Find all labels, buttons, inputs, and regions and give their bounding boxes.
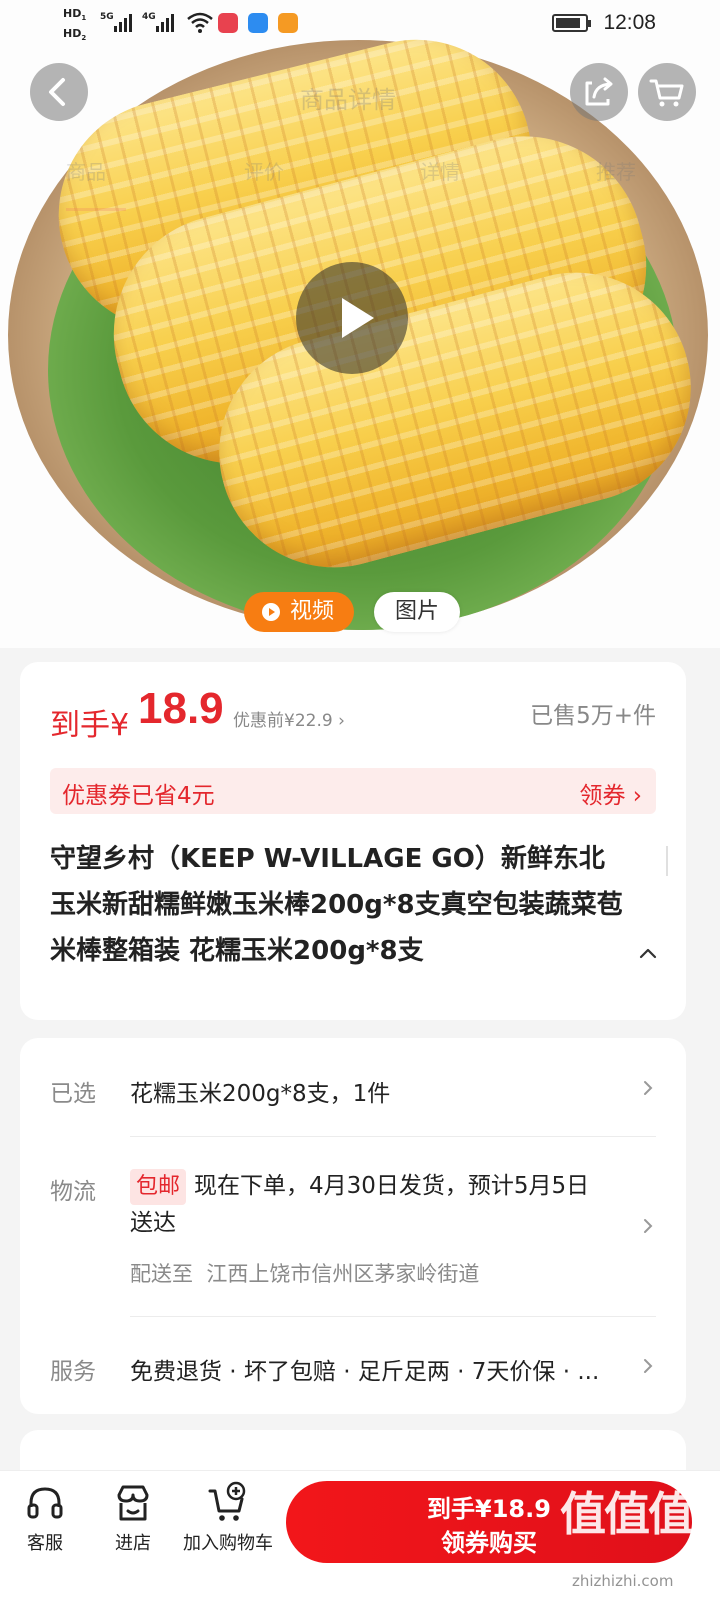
faint-tab-underline [66,208,126,211]
chevron-right-icon [644,1081,653,1095]
selected-label: 已选 [50,1081,96,1107]
app-notification-icon [218,13,238,33]
video-tab[interactable]: 视频 [244,592,354,632]
add-to-cart-label: 加入购物车 [183,1533,273,1554]
divider [130,1316,656,1317]
faint-tab: 详情 [420,160,460,184]
photo-tab[interactable]: 图片 [374,592,460,632]
svg-text:5G: 5G [100,12,114,22]
price-value: 18.9 [138,684,224,733]
video-tab-label: 视频 [290,599,335,624]
hd-label: HD [63,7,82,20]
spec-info-card: 已选 花糯玉米200g*8支，1件 物流 包邮 现在下单，4月30日发货，预计5月… [20,1038,686,1414]
store-icon [117,1485,149,1521]
chevron-left-icon [49,78,65,106]
logistics-value: 现在下单，4月30日发货，预计5月5日送达 [130,1173,590,1236]
coupon-saved-text: 优惠券已省4元 [62,783,215,809]
faint-tab: 评价 [244,160,284,184]
deliver-to: 配送至 江西上饶市信州区茅家岭街道 [130,1258,479,1288]
faint-tab: 商品 [66,160,106,184]
watermark-logo: 值值值 [560,1487,694,1541]
coupon-bar[interactable]: 优惠券已省4元 领券 › [50,768,656,814]
product-title: 守望乡村（KEEP W-VILLAGE GO）新鲜东北玉米新甜糯鲜嫩玉米棒200… [50,844,623,966]
share-button[interactable] [570,63,628,121]
status-bar: HD1 HD2 5G 4G 12:08 [0,0,720,50]
customer-service-label: 客服 [27,1533,63,1554]
price-prefix: 到手¥ [50,708,130,743]
svg-text:4G: 4G [142,12,156,22]
faint-tab: 推荐 [596,160,636,184]
logistics-label: 物流 [50,1179,96,1205]
get-coupon-link[interactable]: 领券 › [579,776,642,810]
back-button[interactable] [30,63,88,121]
photo-tab-label: 图片 [394,599,439,624]
chevron-right-icon [644,1359,653,1373]
faint-page-title: 商品详情 [300,86,396,114]
deliver-to-label: 配送至 [130,1262,193,1286]
play-small-icon [262,603,280,621]
original-price-link[interactable]: 优惠前¥22.9 › [233,706,345,731]
battery-icon [552,14,591,32]
store-label: 进店 [115,1533,151,1554]
watermark-url: zhizhizhi.com [572,1572,674,1590]
service-label: 服务 [50,1359,96,1385]
signal-4g-icon: 4G [142,12,174,32]
app-notification-icon [248,13,268,33]
hd-label: HD [63,27,82,41]
hd-indicator: HD1 HD2 [63,7,87,43]
customer-service-button[interactable]: 客服 [0,1481,90,1555]
chevron-up-icon[interactable] [636,942,660,966]
product-page: 商品详情 商品 评价 详情 推荐 HD1 HD2 5G 4G 12:08 视频 … [0,0,720,1600]
status-time: 12:08 [603,11,656,34]
deliver-to-address: 江西上饶市信州区茅家岭街道 [206,1262,480,1286]
free-shipping-badge: 包邮 [130,1169,187,1205]
price-card: 到手¥ 18.9 优惠前¥22.9 › 已售5万+件 优惠券已省4元 领券 › … [20,662,686,1020]
headset-icon [27,1487,63,1519]
cart-button[interactable] [638,63,696,121]
signal-5g-icon: 5G [100,12,132,32]
sold-count: 已售5万+件 [530,703,656,729]
divider [130,1136,656,1137]
cart-icon [649,79,684,107]
play-video-button[interactable] [296,262,408,374]
add-cart-icon [208,1481,246,1521]
store-button[interactable]: 进店 [88,1481,178,1555]
app-notification-icon [278,13,298,33]
logistics-info: 包邮 现在下单，4月30日发货，预计5月5日送达 [130,1168,610,1241]
wifi-icon [187,12,213,33]
service-value: 免费退货 · 坏了包赔 · 足斤足两 · 7天价保 · ... [130,1359,600,1385]
divider [666,846,668,876]
chevron-right-icon [644,1219,653,1233]
share-icon [585,77,613,106]
add-to-cart-button[interactable]: 加入购物车 [180,1481,276,1555]
selected-value: 花糯玉米200g*8支，1件 [130,1081,391,1107]
